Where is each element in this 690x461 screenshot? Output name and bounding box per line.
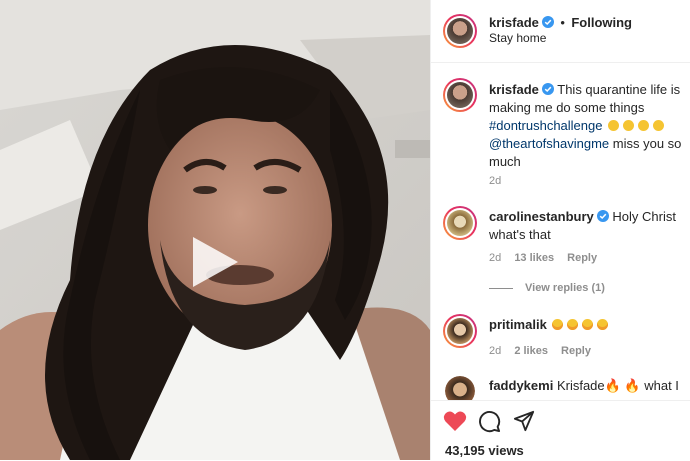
- comment-text: Krisfade🔥 🔥 what I: [556, 378, 679, 393]
- play-icon: [193, 237, 238, 287]
- following-button[interactable]: Following: [571, 15, 632, 30]
- post-video[interactable]: [0, 0, 430, 460]
- comment-meta: 2d 2 likes Reply: [489, 345, 591, 357]
- comment-likes[interactable]: 13 likes: [514, 252, 554, 264]
- commenter-avatar[interactable]: [443, 206, 477, 240]
- comment: faddykemi Krisfade🔥 🔥 what I: [489, 377, 685, 395]
- play-button[interactable]: [183, 232, 243, 292]
- post-actions: 43,195 views: [431, 400, 690, 461]
- separator-dot: •: [560, 15, 565, 30]
- caption-author-avatar[interactable]: [443, 78, 477, 112]
- hashtag-link[interactable]: #dontrushchallenge: [489, 118, 602, 133]
- caption-username[interactable]: krisfade: [489, 82, 539, 97]
- comment-icon[interactable]: [478, 410, 501, 433]
- post-viewer: krisfade • Following Stay home krisfade …: [0, 0, 690, 461]
- comment-username[interactable]: pritimalik: [489, 317, 547, 332]
- comment-username[interactable]: faddykemi: [489, 378, 553, 393]
- verified-badge-icon: [541, 16, 554, 28]
- view-count[interactable]: 43,195 views: [445, 443, 524, 458]
- comment-age[interactable]: 2d: [489, 252, 501, 264]
- caption-timestamp[interactable]: 2d: [489, 175, 501, 187]
- commenter-avatar[interactable]: [443, 314, 477, 348]
- share-icon[interactable]: [513, 410, 535, 432]
- emoji-icon: [638, 120, 650, 131]
- post-location[interactable]: Stay home: [489, 31, 546, 45]
- reply-button[interactable]: Reply: [561, 345, 591, 357]
- verified-badge-icon: [596, 210, 609, 222]
- post-header: krisfade • Following Stay home: [431, 0, 690, 63]
- comment-age[interactable]: 2d: [489, 345, 501, 357]
- comment-likes[interactable]: 2 likes: [514, 345, 548, 357]
- verified-badge-icon: [541, 83, 554, 95]
- heart-eyes-emoji-icon: [567, 319, 579, 330]
- author-line: krisfade • Following: [489, 14, 632, 32]
- comment-username[interactable]: carolinestanbury: [489, 209, 594, 224]
- emoji-icon: [653, 120, 665, 131]
- comment: carolinestanbury Holy Christ what's that: [489, 208, 685, 244]
- author-avatar[interactable]: [443, 14, 477, 48]
- author-username[interactable]: krisfade: [489, 15, 539, 30]
- reply-button[interactable]: Reply: [567, 252, 597, 264]
- heart-eyes-emoji-icon: [597, 319, 609, 330]
- heart-eyes-emoji-icon: [582, 319, 594, 330]
- emoji-icon: [623, 120, 635, 131]
- post-caption: krisfade This quarantine life is making …: [489, 81, 685, 171]
- comment: pritimalik: [489, 316, 685, 334]
- mention-link[interactable]: @theartofshavingme: [489, 136, 609, 151]
- replies-divider: [489, 287, 513, 289]
- emoji-icon: [608, 120, 620, 131]
- view-replies-button[interactable]: View replies (1): [489, 282, 605, 294]
- heart-icon[interactable]: [443, 410, 467, 432]
- video-frame: [0, 0, 430, 460]
- post-side-panel: krisfade • Following Stay home krisfade …: [430, 0, 690, 461]
- comment-meta: 2d 13 likes Reply: [489, 252, 597, 264]
- heart-eyes-emoji-icon: [552, 319, 564, 330]
- view-replies-label: View replies (1): [525, 282, 605, 294]
